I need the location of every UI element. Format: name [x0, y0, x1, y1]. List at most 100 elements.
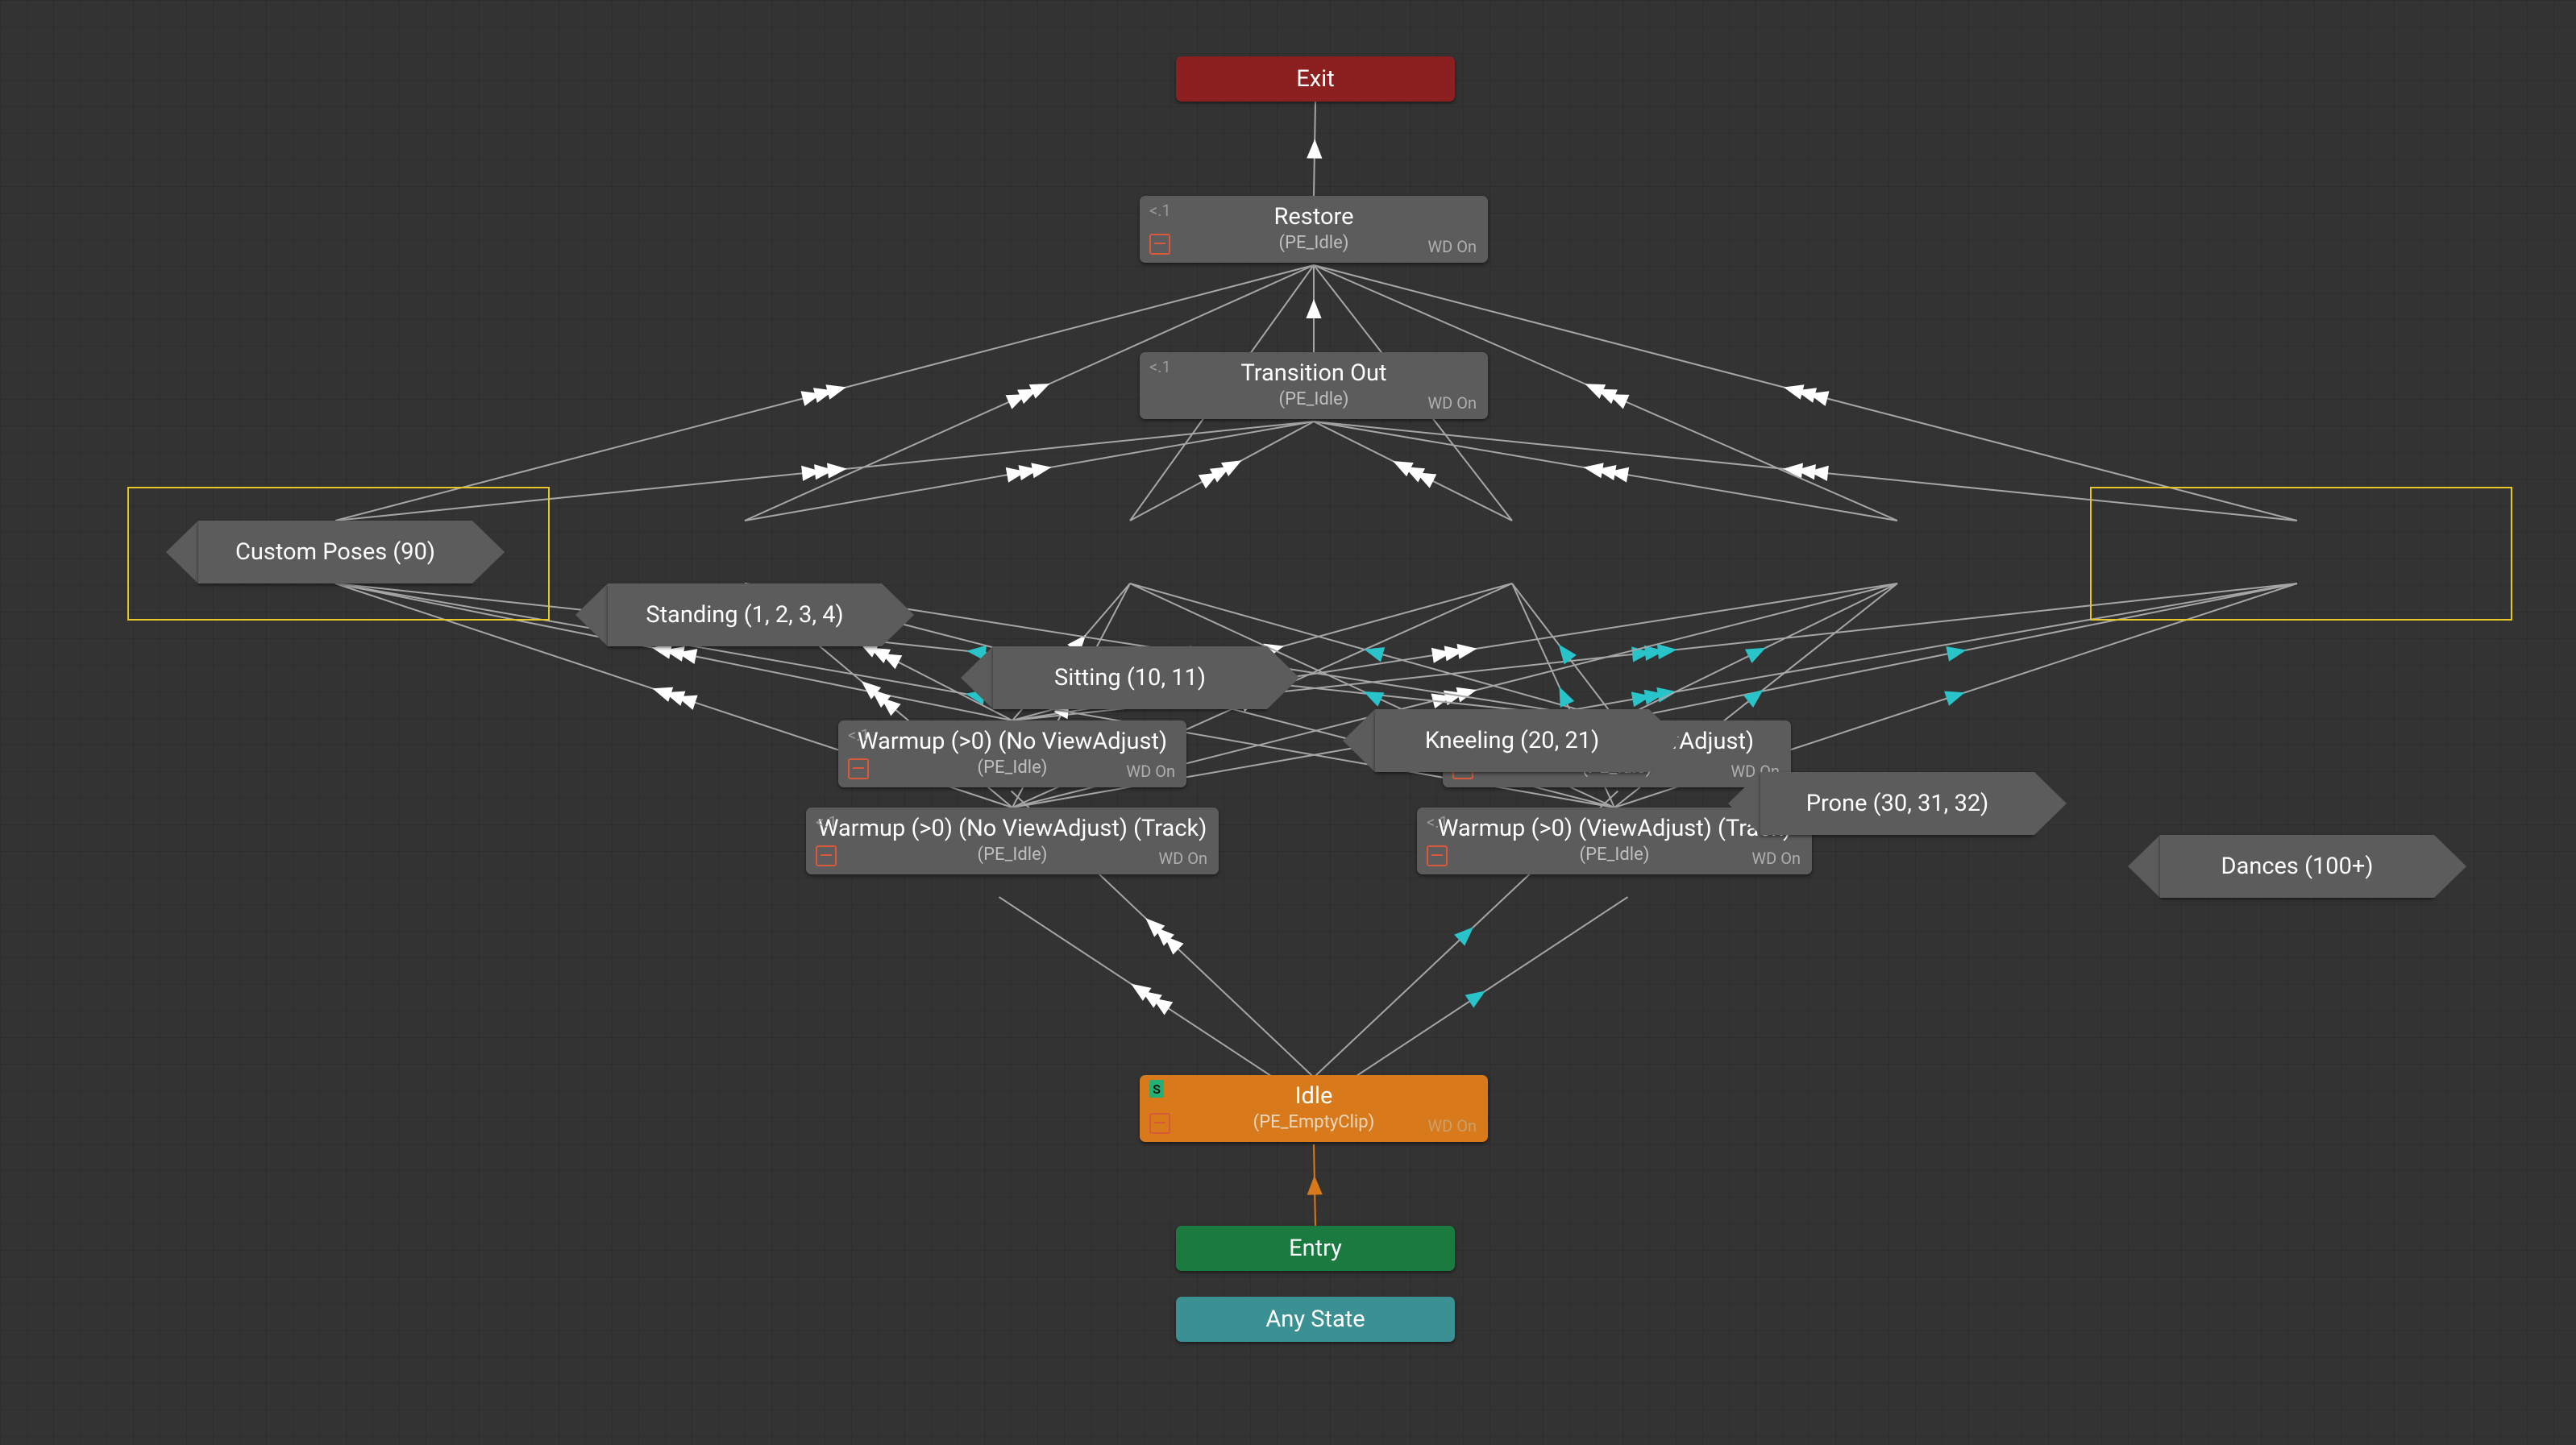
node-any[interactable]: Any State — [1176, 1297, 1455, 1342]
transition-arrow-icon — [1456, 644, 1477, 659]
transition-triple[interactable] — [1130, 421, 1314, 521]
transition-arrow-icon — [1141, 990, 1161, 1007]
submachine-label: Prone (30, 31, 32) — [1760, 772, 2034, 835]
transition-arrow-icon — [1465, 990, 1485, 1007]
transition-arrow-icon — [1809, 391, 1830, 406]
transition-single_cy[interactable] — [1617, 583, 1897, 720]
selection-box — [2090, 487, 2512, 621]
transition-arrow-icon — [1029, 384, 1050, 399]
transition-arrow-icon — [1946, 646, 1966, 662]
transition-single_cy[interactable] — [1512, 583, 1617, 720]
transition-arrow-icon — [1416, 472, 1437, 488]
transition-arrow-icon — [1631, 646, 1652, 662]
transition-arrow-icon — [813, 388, 834, 403]
node-label: Any State — [1265, 1306, 1365, 1333]
node-exit[interactable]: Exit — [1176, 56, 1455, 102]
transition-arrow-icon — [1596, 465, 1616, 480]
submachine-label: Standing (1, 2, 3, 4) — [608, 583, 882, 646]
transition-arrow-icon — [1006, 467, 1026, 483]
node-trans_out[interactable]: Transition Out(PE_Idle)WD On<.1 — [1140, 352, 1488, 419]
node-warm_nva_t[interactable]: Warmup (>0) (No ViewAdjust) (Track)(PE_I… — [806, 808, 1219, 874]
transition-arrow-icon — [1644, 690, 1664, 705]
transition-arrow-icon — [1307, 1176, 1323, 1195]
write-defaults-badge: WD On — [1427, 1116, 1477, 1136]
transition-arrow-icon — [871, 689, 891, 708]
transition-triple[interactable] — [745, 421, 1314, 521]
node-prone[interactable]: Prone (30, 31, 32) — [1728, 772, 2067, 835]
transition-arrow-icon — [677, 696, 698, 710]
transition-arrow-icon — [801, 466, 821, 481]
node-label: Exit — [1296, 65, 1334, 93]
transition-arrow-icon — [1944, 691, 1965, 706]
transition-arrow-icon — [1019, 465, 1039, 480]
transition-triple[interactable] — [335, 421, 1314, 521]
node-title: Warmup (>0) (No ViewAdjust) (Track) — [806, 814, 1219, 843]
transition-count-badge: <.1 — [1149, 357, 1171, 376]
transition-arrow-icon — [1560, 687, 1575, 708]
transition-arrow-icon — [1644, 646, 1664, 661]
node-entry[interactable]: Entry — [1176, 1226, 1455, 1271]
transition-arrow-icon — [1210, 467, 1231, 483]
transition-arrow-icon — [1585, 384, 1606, 398]
transition-arrow-icon — [870, 648, 891, 663]
transition-arrow-icon — [882, 654, 903, 669]
node-restore[interactable]: Restore(PE_Idle)WD On<.1 — [1140, 196, 1488, 263]
transition-arrow-icon — [1153, 998, 1173, 1015]
transition-arrow-icon — [814, 464, 834, 480]
transition-arrow-icon — [1559, 644, 1577, 664]
transition-arrow-icon — [1199, 472, 1219, 488]
transition-single_cy[interactable] — [1327, 897, 1628, 1095]
transition-arrow-icon — [1404, 467, 1425, 482]
transition-single_cy[interactable] — [1617, 583, 2297, 720]
transition-arrow-icon — [1796, 464, 1816, 480]
node-kneeling[interactable]: Kneeling (20, 21) — [1343, 709, 1681, 772]
transition-arrow-icon — [881, 698, 901, 716]
transition-triple[interactable] — [1314, 421, 2297, 521]
transition-arrow-icon — [1444, 646, 1465, 661]
node-dances[interactable]: Dances (100+) — [2128, 835, 2466, 898]
transition-arrow-icon — [1597, 389, 1618, 404]
transition-arrow-icon — [1145, 918, 1165, 936]
transition-arrow-icon — [825, 384, 846, 400]
transition-arrow-icon — [1221, 460, 1242, 476]
node-title: Idle — [1140, 1082, 1488, 1111]
transition-triple[interactable] — [1314, 421, 1512, 521]
transition-arrow-icon — [827, 463, 847, 479]
node-title: Transition Out — [1140, 359, 1488, 388]
nodes-layer: ExitEntryAny StateRestore(PE_Idle)WD On<… — [0, 0, 2576, 377]
node-standing[interactable]: Standing (1, 2, 3, 4) — [575, 583, 914, 646]
transition-arrow-icon — [862, 681, 882, 700]
write-defaults-badge: WD On — [1126, 762, 1175, 781]
transition-arrow-icon — [1431, 648, 1452, 663]
transition-arrow-icon — [1364, 647, 1385, 662]
motion-clip-icon — [1149, 1113, 1170, 1134]
animator-graph-canvas[interactable]: Exit Entry Any State Restore(PE_Idle)WD On<… — [0, 0, 2576, 1445]
transition-arrow-icon — [800, 391, 821, 406]
transition-arrow-icon — [677, 649, 697, 664]
transition-arrow-icon — [1609, 394, 1630, 409]
write-defaults-badge: WD On — [1751, 849, 1801, 868]
motion-clip-icon — [816, 845, 837, 866]
transition-arrow-icon — [1456, 687, 1477, 703]
transition-arrow-icon — [1444, 691, 1465, 706]
node-title: Warmup (>0) (No ViewAdjust) — [838, 727, 1186, 756]
transition-arrow-icon — [1006, 394, 1027, 409]
node-sitting[interactable]: Sitting (10, 11) — [961, 646, 1299, 709]
transition-entry[interactable] — [1314, 1144, 1315, 1226]
node-idle[interactable]: Idle(PE_EmptyClip)WD OnS — [1140, 1075, 1488, 1142]
transition-count-badge: <.1 — [848, 725, 870, 745]
transition-count-badge: <.1 — [816, 812, 837, 832]
transition-arrow-icon — [1454, 927, 1473, 945]
transition-arrow-icon — [1656, 687, 1676, 703]
write-defaults-badge: WD On — [1427, 393, 1477, 413]
transition-arrow-icon — [1431, 694, 1452, 709]
transition-arrow-icon — [1393, 461, 1414, 476]
transition-arrow-icon — [1743, 690, 1764, 708]
node-custom[interactable]: Custom Poses (90) — [166, 521, 505, 583]
motion-clip-icon — [848, 758, 869, 779]
node-warm_nva[interactable]: Warmup (>0) (No ViewAdjust)(PE_Idle)WD O… — [838, 720, 1186, 787]
transition-arrow-icon — [1809, 466, 1829, 481]
transition-arrow-icon — [1609, 467, 1629, 483]
transition-triple[interactable] — [1314, 421, 1897, 521]
transition-triple[interactable] — [999, 897, 1301, 1095]
